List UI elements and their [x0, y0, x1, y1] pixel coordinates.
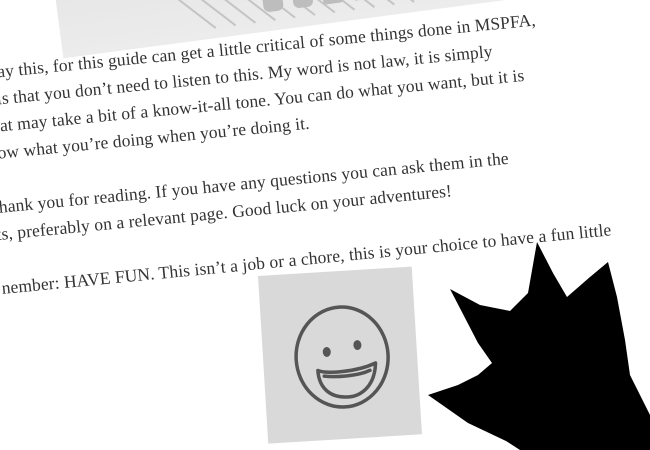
- smiley-face-icon: [294, 305, 390, 409]
- smiley-image: [258, 266, 422, 444]
- black-spiky-shape: [428, 242, 650, 450]
- page-view: t say this, for this guide can get a lit…: [0, 0, 650, 450]
